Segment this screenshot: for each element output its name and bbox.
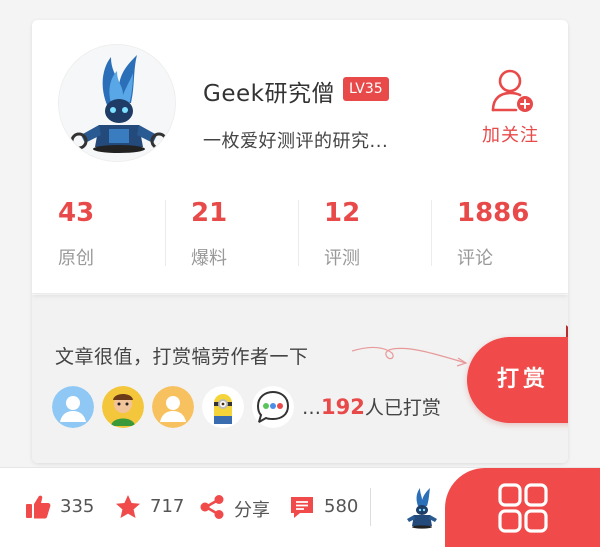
stat-comments-value: 1886: [457, 198, 530, 228]
stat-comments[interactable]: 1886 评论: [431, 192, 564, 272]
stat-reviews[interactable]: 12 评测: [298, 192, 431, 272]
stat-tips-value: 21: [191, 198, 228, 228]
share-icon: [200, 495, 224, 519]
author-stats: 43 原创 21 爆料 12 评测 1886 评论: [32, 192, 568, 272]
stat-original-label: 原创: [58, 248, 94, 269]
share-label: 分享: [234, 500, 270, 521]
donor-count: …192人已打赏: [302, 393, 441, 420]
author-card: Geek研究僧 LV35 一枚爱好测评的研究... 加关注 43 原创 21 爆…: [32, 20, 568, 463]
comment-icon: [291, 497, 313, 518]
author-mini-avatar[interactable]: [400, 486, 444, 530]
avatar-character-image: [59, 45, 175, 161]
swirl-arrow-icon: [352, 346, 468, 367]
author-name[interactable]: Geek研究僧: [203, 74, 335, 108]
stat-original-value: 43: [58, 198, 95, 228]
author-profile: Geek研究僧 LV35 一枚爱好测评的研究... 加关注 43 原创 21 爆…: [32, 20, 568, 294]
menu-grid-button[interactable]: [445, 468, 600, 547]
chat-bubble-icon: [252, 386, 294, 428]
cartoon-avatar-image: [102, 386, 144, 428]
thumbs-up-icon: [26, 495, 51, 519]
donor-count-suffix: 人已打赏: [364, 397, 441, 419]
reward-ribbon-fold: [566, 325, 568, 337]
follow-button[interactable]: 加关注: [478, 68, 548, 148]
default-avatar-icon: [152, 386, 194, 428]
add-user-icon: [491, 69, 533, 112]
reward-prompt: 文章很值，打赏犒劳作者一下: [55, 346, 309, 368]
donor-avatar[interactable]: [152, 386, 194, 428]
minion-avatar-image: [202, 386, 244, 428]
more-donors-button[interactable]: [252, 386, 294, 428]
stat-tips[interactable]: 21 爆料: [165, 192, 298, 272]
bottom-action-bar: 335 717 分享 580: [0, 467, 600, 547]
author-avatar[interactable]: [58, 44, 176, 162]
donor-count-number: 192: [321, 395, 365, 419]
like-count: 335: [60, 496, 95, 517]
stat-reviews-label: 评测: [324, 248, 360, 269]
donor-avatar[interactable]: [202, 386, 244, 428]
follow-label: 加关注: [482, 125, 539, 146]
stat-tips-label: 爆料: [191, 248, 227, 269]
grid-menu-icon: [498, 483, 548, 533]
reward-section: 文章很值，打赏犒劳作者一下 …192人已打赏 打赏: [32, 295, 568, 463]
reward-button[interactable]: 打赏: [467, 337, 568, 423]
stat-original[interactable]: 43 原创: [32, 192, 165, 272]
default-avatar-icon: [52, 386, 94, 428]
level-badge: LV35: [343, 77, 389, 101]
favorite-count: 717: [150, 496, 185, 517]
avatar-character-image: [407, 488, 437, 529]
star-icon: [116, 495, 140, 518]
donor-count-prefix: …: [302, 397, 321, 419]
donor-avatar[interactable]: [52, 386, 94, 428]
bar-divider: [370, 488, 371, 526]
author-bio: 一枚爱好测评的研究...: [203, 131, 389, 152]
donor-avatar[interactable]: [102, 386, 144, 428]
stat-comments-label: 评论: [457, 248, 493, 269]
stat-reviews-value: 12: [324, 198, 361, 228]
comment-count: 580: [324, 496, 359, 517]
